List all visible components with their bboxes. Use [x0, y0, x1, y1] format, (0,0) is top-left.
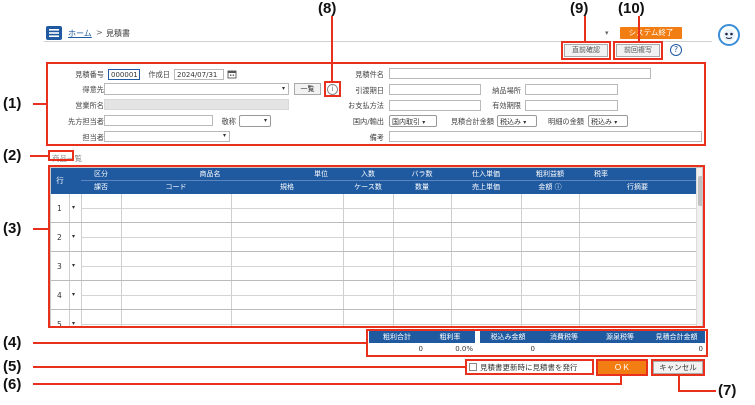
leader-line-5 [33, 366, 465, 368]
leader-line-9 [584, 16, 586, 41]
callout-box-3 [48, 165, 705, 328]
callout-box-5 [465, 359, 594, 375]
callout-box-4 [366, 329, 708, 357]
callout-label-7: (7) [718, 382, 737, 399]
leader-line-10 [638, 16, 640, 41]
menu-button[interactable] [46, 26, 62, 40]
breadcrumb-separator: > [96, 28, 103, 37]
callout-label-5: (5) [3, 358, 22, 375]
callout-box-8 [324, 81, 341, 97]
mascot-face-icon [723, 29, 735, 41]
app-header: ホーム > 見積書 ▾ システム終了 [44, 25, 712, 42]
leader-line-7b [678, 390, 716, 392]
leader-line-4 [33, 342, 366, 344]
callout-label-4: (4) [3, 334, 22, 351]
callout-box-6 [596, 359, 648, 376]
callout-label-1: (1) [3, 95, 22, 112]
leader-line-2 [30, 155, 48, 157]
leader-line-6a [33, 383, 622, 385]
callout-label-9: (9) [570, 0, 589, 17]
help-icon-glyph: ? [673, 45, 679, 54]
header-dropdown-caret[interactable]: ▾ [605, 29, 609, 37]
page-title: 見積書 [106, 29, 130, 38]
callout-box-10 [613, 41, 663, 60]
hamburger-icon [49, 29, 59, 37]
callout-box-7 [651, 359, 705, 376]
system-exit-button[interactable]: システム終了 [620, 27, 682, 39]
callout-label-3: (3) [3, 220, 22, 237]
assistant-avatar[interactable] [718, 24, 740, 46]
callout-label-2: (2) [3, 147, 22, 164]
callout-box-2 [48, 150, 74, 161]
system-exit-label: システム終了 [628, 28, 674, 37]
leader-line-6b [620, 376, 622, 385]
callout-label-8: (8) [318, 0, 337, 17]
home-link[interactable]: ホーム [68, 28, 92, 39]
callout-box-1 [46, 62, 706, 146]
callout-box-9 [561, 41, 611, 60]
callout-label-6: (6) [3, 376, 22, 393]
help-icon[interactable]: ? [670, 44, 682, 56]
leader-line-3 [33, 228, 48, 230]
leader-line-1 [33, 103, 46, 105]
leader-line-8 [331, 16, 333, 81]
callout-label-10: (10) [618, 0, 645, 17]
